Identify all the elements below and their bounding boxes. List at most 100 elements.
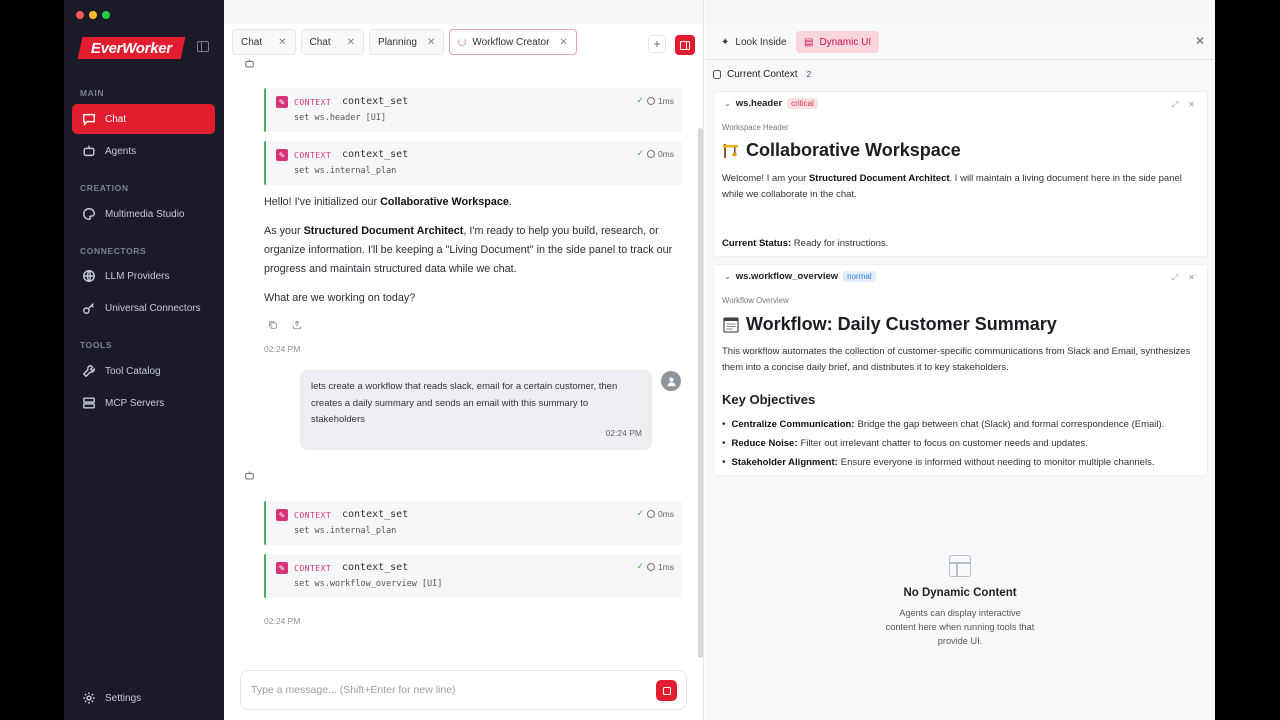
- list-item: Centralize Communication:Bridge the gap …: [722, 415, 1165, 434]
- objective-label: Stakeholder Alignment:: [731, 457, 838, 468]
- sidebar-item-universal-connectors[interactable]: Universal Connectors: [72, 293, 215, 323]
- card-title: Workflow: Daily Customer Summary: [722, 314, 1057, 335]
- tool-call-card[interactable]: ✎ CONTEXT context_set set ws.workflow_ov…: [264, 554, 682, 598]
- globe-icon: [83, 270, 95, 282]
- loading-spinner-icon: [458, 38, 467, 46]
- server-icon: [83, 397, 95, 409]
- tab-label: Dynamic UI: [819, 36, 872, 48]
- new-tab-button[interactable]: +: [648, 35, 666, 53]
- tool-args: set ws.internal_plan: [294, 526, 397, 536]
- sidebar-collapse-icon[interactable]: [197, 41, 209, 52]
- list-item: Stakeholder Alignment:Ensure everyone is…: [722, 453, 1164, 472]
- message-input[interactable]: Type a message... (Shift+Enter for new l…: [240, 670, 687, 710]
- duration-text: 1ms: [657, 96, 674, 106]
- duration-text: 0ms: [657, 509, 674, 519]
- empty-state: No Dynamic Content Agents can display in…: [705, 555, 1215, 648]
- context-key: ws.header: [735, 98, 783, 109]
- share-icon[interactable]: [292, 320, 302, 330]
- message-timestamp: 02:24 PM: [605, 427, 642, 438]
- objective-text: Ensure everyone is informed without need…: [840, 457, 1155, 468]
- sidebar-item-agents[interactable]: Agents: [72, 136, 215, 166]
- chat-icon: [83, 113, 95, 126]
- tool-type-label: CONTEXT: [294, 564, 332, 573]
- chat-scrollbar[interactable]: [698, 128, 703, 658]
- text-bold: Structured Document Architect: [808, 173, 950, 184]
- sparkle-icon: ✦: [721, 36, 730, 48]
- tab-chat-2[interactable]: Chat ✕: [300, 29, 365, 55]
- close-panel-icon[interactable]: ✕: [1195, 34, 1205, 48]
- sidebar: EverWorker MAIN Chat Agents CREATION Mul…: [64, 0, 224, 720]
- app-window: EverWorker MAIN Chat Agents CREATION Mul…: [64, 0, 1215, 720]
- app-logo[interactable]: EverWorker: [77, 37, 186, 59]
- sidebar-item-label: Universal Connectors: [105, 302, 201, 314]
- context-card-toggle[interactable]: ⌄ ws.workflow_overview normal: [724, 271, 876, 282]
- check-icon: ✓: [636, 561, 644, 571]
- sidebar-item-mcp-servers[interactable]: MCP Servers: [72, 388, 215, 418]
- notepad-icon: [723, 316, 739, 333]
- tool-call-card[interactable]: ✎ CONTEXT context_set set ws.internal_pl…: [264, 141, 682, 185]
- logo-text: EverWorker: [91, 39, 172, 57]
- section-title-creation: CREATION: [80, 183, 129, 193]
- stop-button[interactable]: [656, 680, 677, 701]
- user-icon: [666, 377, 676, 386]
- tab-label: Look Inside: [735, 36, 787, 48]
- sidebar-item-label: Multimedia Studio: [105, 208, 185, 220]
- objective-label: Reduce Noise:: [731, 438, 798, 449]
- close-tab-icon[interactable]: ✕: [278, 37, 286, 48]
- tool-type-label: CONTEXT: [294, 98, 332, 107]
- tab-bar: Chat ✕ Chat ✕ Planning ✕ Workflow Creator ✕: [232, 29, 577, 55]
- expand-icon[interactable]: ⤢: [1172, 100, 1178, 110]
- layout-icon: [949, 555, 971, 577]
- bot-icon: [83, 145, 95, 157]
- maximize-window-button[interactable]: [102, 11, 110, 19]
- close-window-button[interactable]: [76, 11, 84, 19]
- card-body: Welcome! I am your Structured Document A…: [722, 171, 1202, 203]
- tab-chat-1[interactable]: Chat ✕: [232, 29, 296, 55]
- title-bar: [705, 0, 1215, 24]
- list-item: Reduce Noise:Filter out irrelevant chatt…: [722, 434, 1164, 453]
- sidebar-item-settings[interactable]: Settings: [72, 683, 215, 713]
- minimize-window-button[interactable]: [89, 11, 97, 19]
- input-placeholder: Type a message... (Shift+Enter for new l…: [251, 684, 456, 696]
- close-tab-icon[interactable]: ✕: [347, 37, 355, 48]
- tab-dynamic-ui[interactable]: ▤ Dynamic UI: [796, 31, 880, 53]
- tab-planning[interactable]: Planning ✕: [369, 29, 445, 55]
- pin-icon[interactable]: ✕: [1188, 100, 1195, 110]
- assistant-message-paragraph: What are we working on today?: [264, 292, 416, 304]
- tool-name: context_set: [342, 149, 409, 160]
- empty-subtitle: Agents can display interactive content h…: [885, 608, 1035, 646]
- chevron-down-icon: ⌄: [724, 99, 731, 108]
- tab-look-inside[interactable]: ✦ Look Inside: [713, 31, 795, 53]
- tab-label: Planning: [378, 36, 417, 48]
- layout-icon: ▤: [804, 36, 814, 48]
- objective-text: Filter out irrelevant chatter to focus o…: [800, 438, 1088, 449]
- tool-icon: ✎: [276, 509, 288, 521]
- check-icon: ✓: [636, 508, 644, 518]
- sidebar-item-chat[interactable]: Chat: [72, 104, 215, 134]
- expand-icon[interactable]: ⤢: [1172, 273, 1178, 283]
- context-card-toggle[interactable]: ⌄ ws.header critical: [724, 98, 818, 109]
- sidebar-item-multimedia-studio[interactable]: Multimedia Studio: [72, 199, 215, 229]
- context-key: ws.workflow_overview: [735, 271, 839, 282]
- pin-icon[interactable]: ✕: [1188, 273, 1195, 283]
- sidebar-item-label: Settings: [105, 692, 142, 704]
- tool-call-card[interactable]: ✎ CONTEXT context_set set ws.internal_pl…: [264, 501, 682, 545]
- close-tab-icon[interactable]: ✕: [427, 37, 435, 48]
- tool-call-card[interactable]: ✎ CONTEXT context_set set ws.header [UI]…: [264, 88, 682, 132]
- text-bold: Structured Document Architect: [303, 225, 464, 237]
- tool-args: set ws.internal_plan: [294, 166, 397, 176]
- wrench-icon: [82, 365, 95, 378]
- card-label: Workspace Header: [722, 123, 789, 132]
- sidebar-item-label: Agents: [105, 145, 137, 157]
- user-avatar: [661, 371, 681, 391]
- tab-workflow-creator[interactable]: Workflow Creator ✕: [449, 29, 577, 55]
- toggle-panel-button[interactable]: [675, 35, 695, 55]
- copy-icon[interactable]: [268, 320, 278, 330]
- card-title: Collaborative Workspace: [722, 140, 961, 161]
- assistant-avatar-icon: [241, 467, 257, 483]
- tool-icon: ✎: [276, 149, 288, 161]
- sidebar-item-llm-providers[interactable]: LLM Providers: [72, 261, 215, 291]
- close-tab-icon[interactable]: ✕: [559, 37, 567, 48]
- assistant-message-paragraph: As your Structured Document Architect, I…: [264, 222, 684, 279]
- sidebar-item-tool-catalog[interactable]: Tool Catalog: [72, 356, 215, 386]
